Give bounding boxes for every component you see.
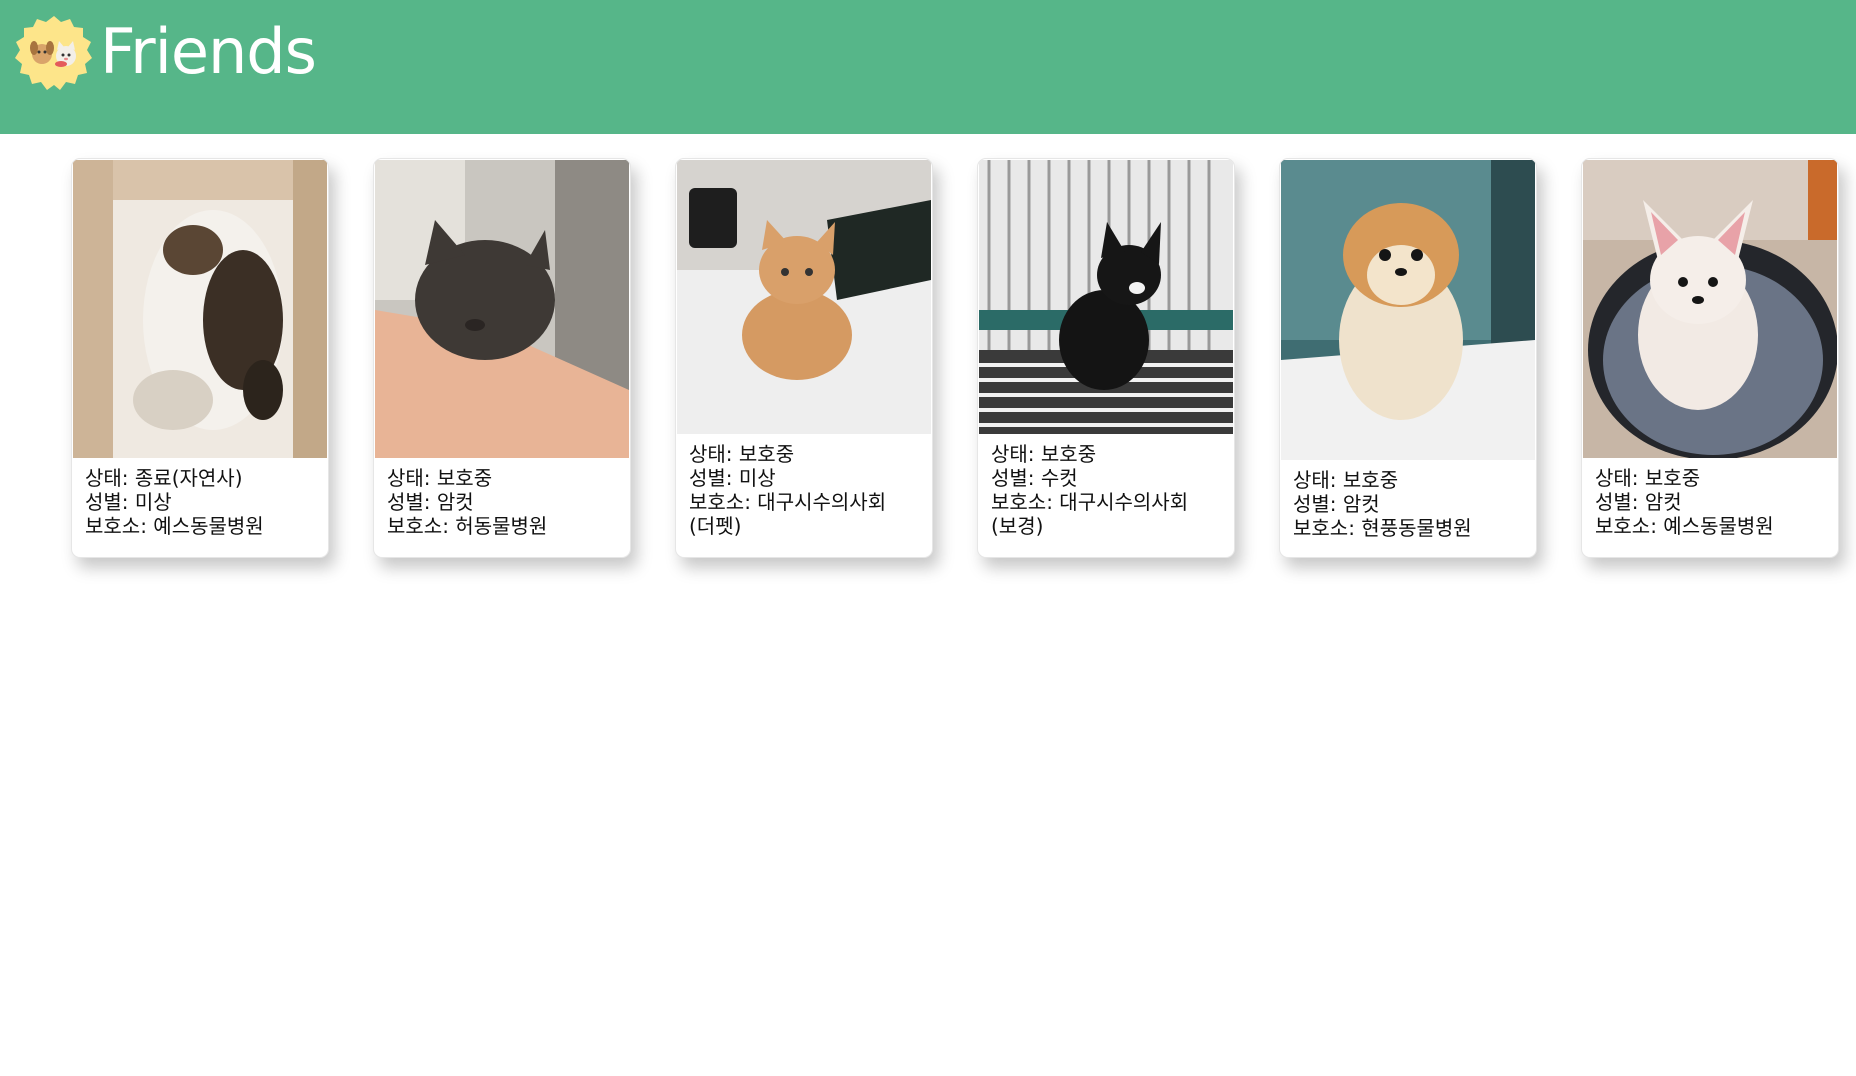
animal-card[interactable]: 상태: 보호중 성별: 수컷 보호소: 대구시수의사회 (보경)	[977, 158, 1235, 558]
animal-card[interactable]: 상태: 종료(자연사) 성별: 미상 보호소: 예스동물병원	[71, 158, 329, 558]
animal-photo	[1281, 160, 1535, 460]
animal-status: 상태: 보호중	[387, 466, 493, 490]
animal-shelter: 보호소: 예스동물병원	[85, 514, 264, 538]
animal-info: 상태: 보호중 성별: 암컷 보호소: 현풍동물병원	[1293, 468, 1529, 540]
animal-shelter: 보호소: 허동물병원	[387, 514, 548, 538]
animal-info: 상태: 보호중 성별: 암컷 보호소: 허동물병원	[387, 466, 623, 538]
animal-card[interactable]: 상태: 보호중 성별: 미상 보호소: 대구시수의사회 (더펫)	[675, 158, 933, 558]
animal-status: 상태: 보호중	[991, 442, 1097, 466]
brand-title[interactable]: Friends	[100, 12, 317, 92]
pets-logo-icon[interactable]	[14, 14, 94, 94]
animal-sex: 성별: 미상	[85, 490, 172, 514]
animal-sex: 성별: 미상	[689, 466, 776, 490]
animal-photo	[979, 160, 1233, 434]
animal-info: 상태: 보호중 성별: 미상 보호소: 대구시수의사회 (더펫)	[689, 442, 925, 538]
animal-shelter: 보호소: 예스동물병원	[1595, 514, 1774, 538]
animal-shelter-continued: (보경)	[991, 514, 1044, 538]
animal-shelter: 보호소: 현풍동물병원	[1293, 516, 1472, 540]
animal-shelter: 보호소: 대구시수의사회	[991, 490, 1189, 514]
animal-shelter: 보호소: 대구시수의사회	[689, 490, 887, 514]
animal-card[interactable]: 상태: 보호중 성별: 암컷 보호소: 허동물병원	[373, 158, 631, 558]
animal-card[interactable]: 상태: 보호중 성별: 암컷 보호소: 현풍동물병원	[1279, 158, 1537, 558]
top-header: Friends	[0, 0, 1856, 134]
animal-status: 상태: 보호중	[1595, 466, 1701, 490]
animal-sex: 성별: 수컷	[991, 466, 1078, 490]
animal-status: 상태: 보호중	[689, 442, 795, 466]
animal-photo	[677, 160, 931, 434]
animal-photo	[375, 160, 629, 458]
animal-info: 상태: 보호중 성별: 수컷 보호소: 대구시수의사회 (보경)	[991, 442, 1227, 538]
animal-card[interactable]: 상태: 보호중 성별: 암컷 보호소: 예스동물병원	[1581, 158, 1839, 558]
animal-sex: 성별: 암컷	[387, 490, 474, 514]
animal-photo	[73, 160, 327, 458]
animal-info: 상태: 보호중 성별: 암컷 보호소: 예스동물병원	[1595, 466, 1831, 538]
animal-sex: 성별: 암컷	[1293, 492, 1380, 516]
animal-status: 상태: 보호중	[1293, 468, 1399, 492]
animal-info: 상태: 종료(자연사) 성별: 미상 보호소: 예스동물병원	[85, 466, 321, 538]
animal-sex: 성별: 암컷	[1595, 490, 1682, 514]
animal-shelter-continued: (더펫)	[689, 514, 742, 538]
animal-photo	[1583, 160, 1837, 458]
animal-status: 상태: 종료(자연사)	[85, 466, 243, 490]
